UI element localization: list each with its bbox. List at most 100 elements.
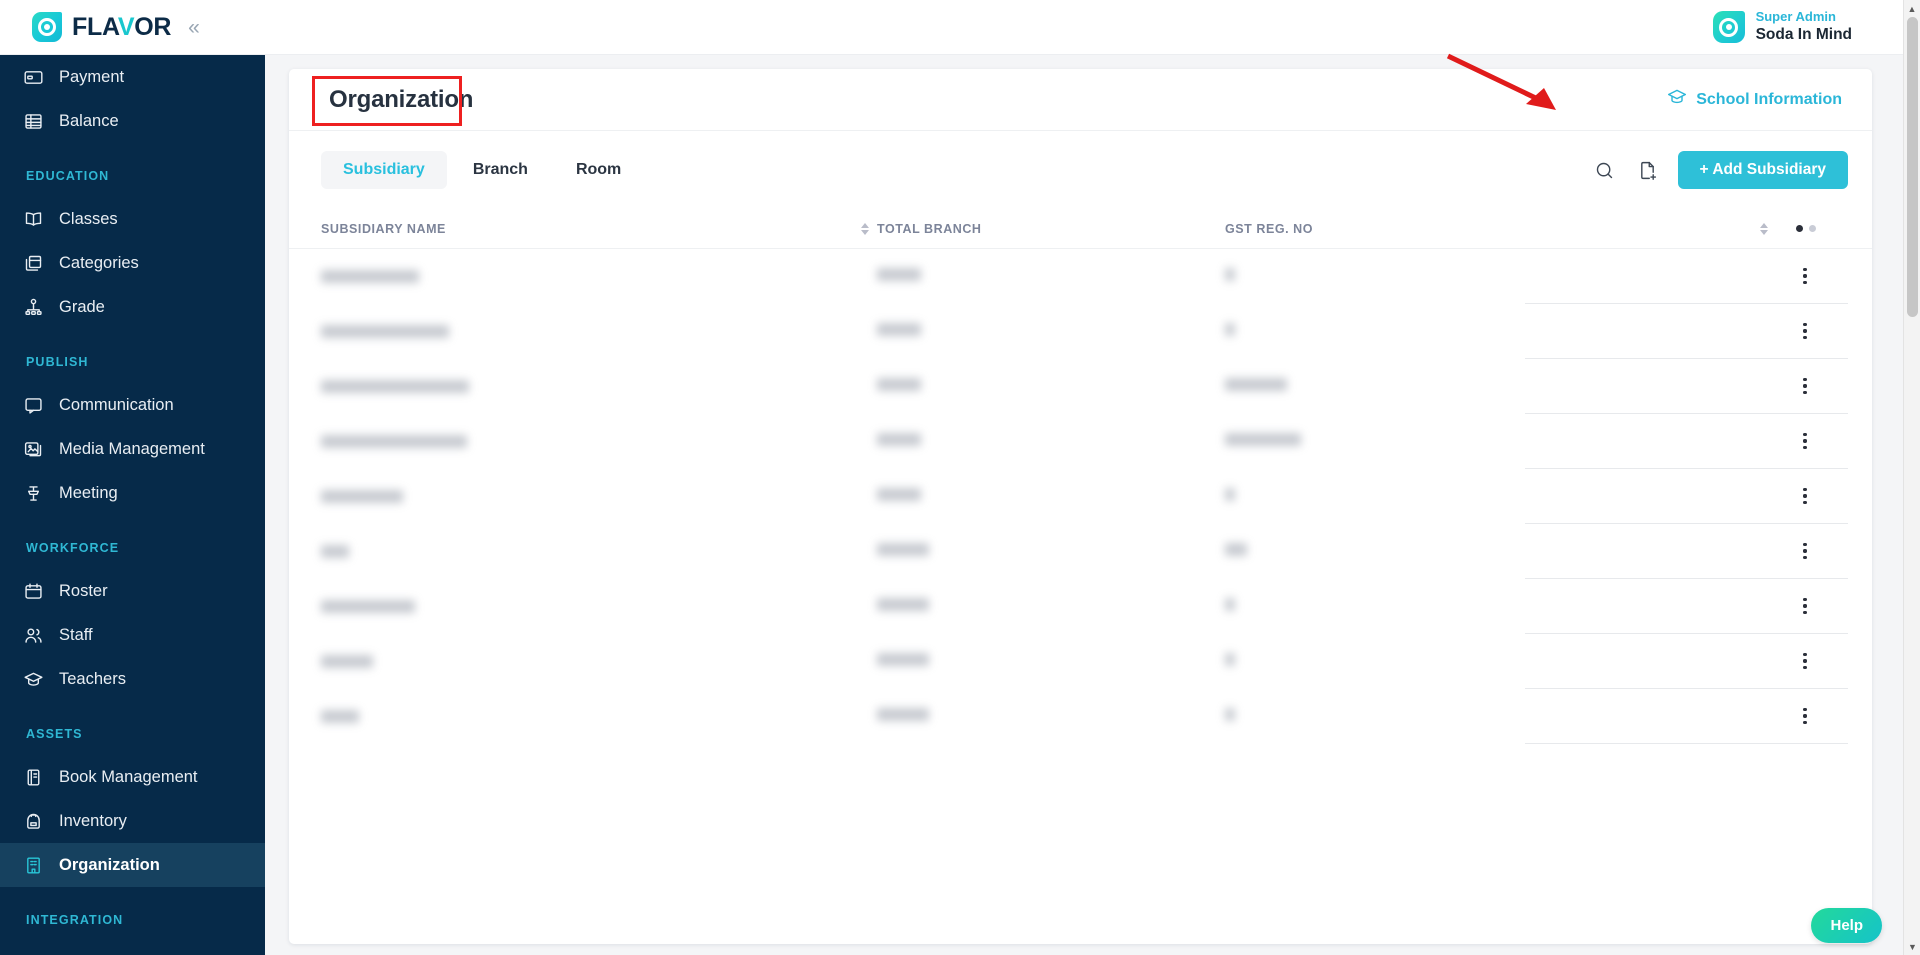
sidebar-item-teachers[interactable]: Teachers	[0, 657, 265, 701]
sidebar-item-book-management[interactable]: Book Management	[0, 755, 265, 799]
sidebar-group-label-workforce: WORKFORCE	[26, 541, 120, 555]
main-area: Organization School Information Subsidia…	[265, 0, 1920, 955]
table-row[interactable]	[289, 414, 1872, 469]
table-row[interactable]	[289, 689, 1872, 744]
sidebar-item-communication[interactable]: Communication	[0, 383, 265, 427]
kebab-menu-icon[interactable]	[1794, 485, 1816, 507]
sidebar-item-staff[interactable]: Staff	[0, 613, 265, 657]
sidebar-item-label: Inventory	[59, 811, 127, 830]
redacted-value	[1225, 707, 1235, 721]
graduation-cap-icon	[22, 668, 44, 690]
card-header: Organization School Information	[289, 69, 1872, 131]
table-row[interactable]	[289, 304, 1872, 359]
redacted-value	[1225, 432, 1301, 446]
table-body	[289, 249, 1872, 744]
redacted-value	[877, 432, 921, 446]
table-row[interactable]	[289, 469, 1872, 524]
cell-total-branch	[877, 487, 1225, 506]
avatar	[1712, 11, 1745, 43]
kebab-menu-icon[interactable]	[1794, 265, 1816, 287]
sidebar-item-ssc-wsc[interactable]: SSC-WSC	[0, 941, 265, 955]
column-label-total-branch: Total Branch	[877, 221, 982, 236]
sidebar-item-media-management[interactable]: Media Management	[0, 427, 265, 471]
sidebar: Payment Balance EDUCATION Classes Categories…	[0, 0, 265, 955]
sort-control-subsidiary-name[interactable]	[861, 222, 877, 235]
cell-subsidiary-name	[321, 435, 877, 448]
sidebar-item-label: Staff	[59, 625, 93, 644]
user-menu[interactable]: Super Admin Soda In Mind	[1712, 9, 1920, 45]
payment-icon	[22, 66, 44, 88]
kebab-menu-icon[interactable]	[1794, 705, 1816, 727]
cell-subsidiary-name	[321, 325, 877, 338]
sidebar-group-label-education: EDUCATION	[26, 169, 110, 183]
redacted-value	[1225, 597, 1235, 611]
redacted-value	[877, 377, 921, 391]
redacted-value	[877, 542, 929, 556]
sidebar-item-label: Organization	[59, 855, 160, 874]
page-title-text: Organization	[329, 85, 474, 113]
column-header-subsidiary-name[interactable]: Subsidiary Name	[321, 222, 877, 236]
sidebar-item-categories[interactable]: Categories	[0, 241, 265, 285]
search-icon[interactable]	[1592, 157, 1618, 183]
sidebar-item-meeting[interactable]: Meeting	[0, 471, 265, 515]
cell-subsidiary-name	[321, 545, 877, 558]
browser-scrollbar[interactable]: ▲ ▼	[1903, 0, 1920, 955]
kebab-menu-icon[interactable]	[1794, 375, 1816, 397]
cell-row-actions	[1525, 689, 1848, 744]
kebab-menu-icon[interactable]	[1794, 430, 1816, 452]
cell-row-actions	[1525, 359, 1848, 414]
sidebar-collapse-icon[interactable]: «	[188, 17, 200, 38]
column-visibility-indicator[interactable]	[1796, 225, 1816, 232]
sidebar-item-label: Roster	[59, 581, 108, 600]
top-bar: FLAVOR « Super Admin Soda In Mind	[0, 0, 1920, 55]
kebab-menu-icon[interactable]	[1794, 320, 1816, 342]
column-header-total-branch[interactable]: Total Branch	[877, 220, 1225, 238]
kebab-menu-icon[interactable]	[1794, 650, 1816, 672]
table-row[interactable]	[289, 524, 1872, 579]
tab-branch[interactable]: Branch	[451, 151, 550, 189]
sort-control-gst[interactable]	[1760, 222, 1768, 235]
book-icon	[22, 766, 44, 788]
help-button[interactable]: Help	[1811, 908, 1882, 943]
sidebar-item-organization[interactable]: Organization	[0, 843, 265, 887]
redacted-value	[877, 707, 929, 721]
cell-subsidiary-name	[321, 270, 877, 283]
tab-room[interactable]: Room	[554, 151, 643, 189]
column-header-gst-reg-no[interactable]: GST Reg. No	[1225, 220, 1525, 238]
sidebar-item-classes[interactable]: Classes	[0, 197, 265, 241]
scrollbar-up-arrow[interactable]: ▲	[1904, 0, 1920, 17]
scrollbar-thumb[interactable]	[1907, 17, 1918, 317]
sidebar-item-label: Communication	[59, 395, 174, 414]
tab-subsidiary[interactable]: Subsidiary	[321, 151, 447, 189]
brand-logo[interactable]: FLAVOR «	[0, 12, 265, 42]
sidebar-item-roster[interactable]: Roster	[0, 569, 265, 613]
redacted-value	[877, 597, 929, 611]
sidebar-item-payment[interactable]: Payment	[0, 55, 265, 99]
redacted-value	[321, 490, 403, 503]
sidebar-item-label: Balance	[59, 111, 119, 130]
sidebar-item-balance[interactable]: Balance	[0, 99, 265, 143]
document-export-icon[interactable]	[1635, 157, 1661, 183]
cell-total-branch	[877, 542, 1225, 561]
sidebar-item-label: Classes	[59, 209, 118, 228]
table-row[interactable]	[289, 579, 1872, 634]
sidebar-item-label: Categories	[59, 253, 139, 272]
school-information-link[interactable]: School Information	[1667, 87, 1842, 112]
sidebar-item-label: Media Management	[59, 439, 205, 458]
scrollbar-down-arrow[interactable]: ▼	[1904, 938, 1920, 955]
table-row[interactable]	[289, 249, 1872, 304]
cell-subsidiary-name	[321, 710, 877, 723]
message-square-icon	[22, 394, 44, 416]
sidebar-item-grade[interactable]: Grade	[0, 285, 265, 329]
redacted-value	[877, 652, 929, 666]
users-icon	[22, 624, 44, 646]
sidebar-item-inventory[interactable]: Inventory	[0, 799, 265, 843]
table-row[interactable]	[289, 359, 1872, 414]
toolbar: Subsidiary Branch Room + Add Subsidiary	[289, 131, 1872, 209]
table-row[interactable]	[289, 634, 1872, 689]
table-header-row: Subsidiary Name Total Branch GST Reg. No	[289, 209, 1872, 249]
kebab-menu-icon[interactable]	[1794, 540, 1816, 562]
add-subsidiary-button[interactable]: + Add Subsidiary	[1677, 151, 1848, 189]
cell-row-actions	[1525, 579, 1848, 634]
kebab-menu-icon[interactable]	[1794, 595, 1816, 617]
